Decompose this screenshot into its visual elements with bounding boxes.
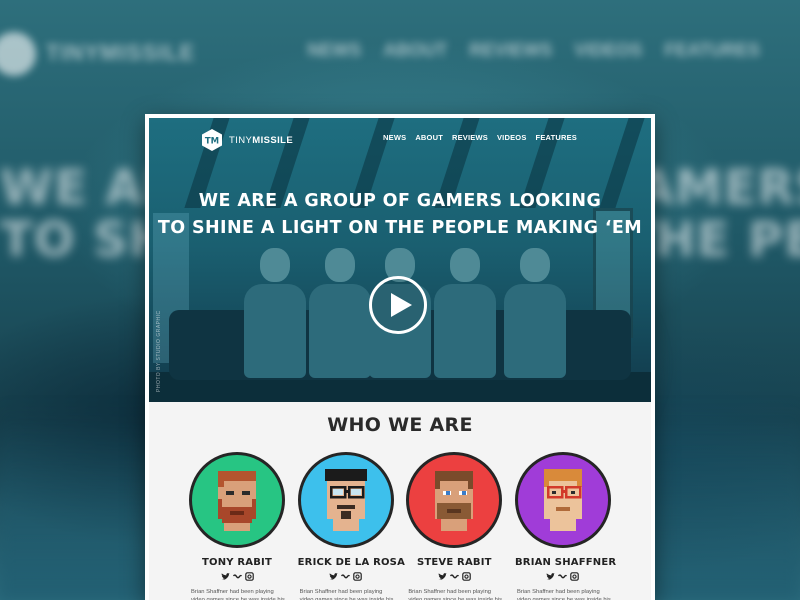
pixel-face-icon [435,471,474,531]
twitter-icon[interactable] [221,568,230,586]
member-bio: Brian Shaffner had been playing video ga… [408,589,503,600]
avatar[interactable] [514,452,611,548]
background-logo-icon [0,32,36,76]
twitter-icon[interactable] [546,568,556,586]
svg-text:TM: TM [205,137,219,147]
hero-headline-line2: TO SHINE A LIGHT ON THE PEOPLE MAKING ‘E… [157,218,643,238]
hero-person [504,248,566,378]
vine-icon[interactable] [341,568,351,586]
brand-name: TINYMISSILE [229,135,293,146]
team-member: TONY RABIT Brian Shaffner had been playi… [189,452,285,600]
pixel-face-icon [324,469,367,531]
hero-section: TM TINYMISSILE NEWS ABOUT REVIEWS VIDEOS… [149,118,651,402]
member-name: BRIAN SHAFFNER [514,557,617,568]
background-nav-item: NEWS [307,40,362,60]
main-nav: NEWS ABOUT REVIEWS VIDEOS FEATURES [383,133,577,142]
team-member: ERICK DE LA ROSA Brian Shaffner had been… [297,452,406,600]
twitter-icon[interactable] [329,568,339,586]
member-name: ERICK DE LA ROSA [297,557,406,568]
play-icon [391,293,412,317]
avatar[interactable] [189,452,285,548]
pixel-face-icon [218,471,256,531]
section-title: WHO WE ARE [327,414,473,436]
background-brand: TINYMISSILE [46,40,196,65]
social-links [189,572,285,582]
nav-about[interactable]: ABOUT [415,133,443,142]
background-nav-item: ABOUT [383,40,448,60]
nav-features[interactable]: FEATURES [536,133,577,142]
background-nav-item: REVIEWS [469,40,553,60]
background-nav-item: VIDEOS [574,40,643,60]
nav-videos[interactable]: VIDEOS [497,133,527,142]
team-member: BRIAN SHAFFNER Brian Shaffner had been p… [514,452,617,600]
background-nav: NEWS ABOUT REVIEWS VIDEOS FEATURES [307,40,760,61]
who-we-are-section: WHO WE ARE TONY RABIT Brian Shaffner had… [149,414,651,600]
member-name: STEVE RABIT [416,557,492,568]
vine-icon[interactable] [232,568,242,586]
vine-icon[interactable] [449,568,459,586]
avatar[interactable] [406,452,503,548]
social-links [406,572,502,582]
brand-name-part1: TINY [229,134,253,146]
hero-headline: WE ARE A GROUP OF GAMERS LOOKING TO SHIN… [149,188,651,242]
member-bio: Brian Shaffner had been playing video ga… [516,589,611,600]
tm-hexagon-logo-icon: TM [202,129,222,151]
member-name: TONY RABIT [201,557,273,568]
twitter-icon[interactable] [438,568,447,586]
hero-person [309,248,371,378]
website-preview: TM TINYMISSILE NEWS ABOUT REVIEWS VIDEOS… [145,114,655,600]
nav-news[interactable]: NEWS [383,133,406,142]
photo-credit: PHOTO BY STUDIO GRAPHIC [156,310,162,392]
vine-icon[interactable] [558,568,568,586]
play-video-button[interactable] [369,276,427,334]
nav-reviews[interactable]: REVIEWS [452,133,488,142]
social-links [298,572,394,582]
instagram-icon[interactable] [570,568,580,586]
hero-person [434,248,496,378]
pixel-face-icon [543,469,582,531]
background-nav-item: FEATURES [664,40,760,60]
instagram-icon[interactable] [462,568,471,586]
hero-headline-line1: WE ARE A GROUP OF GAMERS LOOKING [198,191,602,211]
hero-person [244,248,306,378]
member-bio: Brian Shaffner had been playing video ga… [191,589,285,600]
instagram-icon[interactable] [244,568,254,586]
team-list: TONY RABIT Brian Shaffner had been playi… [149,452,651,600]
avatar[interactable] [297,452,394,548]
site-logo[interactable]: TM TINYMISSILE [201,128,293,152]
social-links [515,572,611,582]
brand-name-part2: MISSILE [252,134,294,146]
instagram-icon[interactable] [353,568,362,586]
team-member: STEVE RABIT Brian Shaffner had been play… [406,452,503,600]
member-bio: Brian Shaffner had been playing video ga… [299,589,394,600]
